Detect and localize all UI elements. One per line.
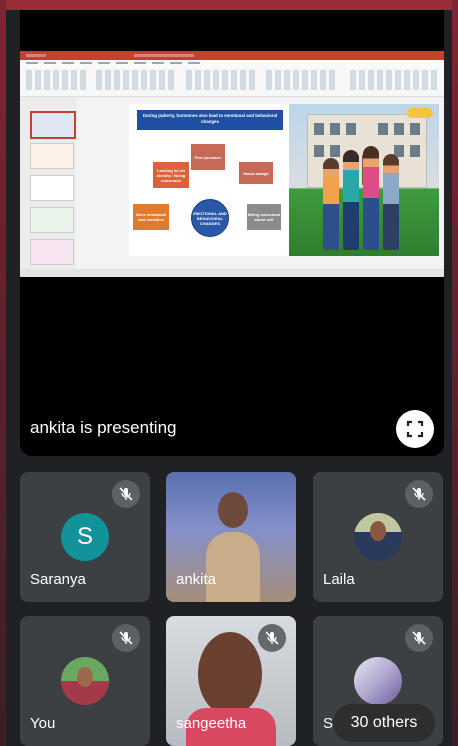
video-feed [198, 632, 262, 716]
ppt-title-bar [20, 51, 444, 60]
participant-tile-you[interactable]: You [20, 616, 150, 746]
video-feed [218, 492, 248, 528]
mic-off-icon [112, 480, 140, 508]
slide-center-circle: EMOTIONAL AND BEHAVIORAL CHANGES [191, 199, 229, 237]
presenting-label: ankita is presenting [30, 418, 177, 437]
slide-box: Peer pressure [191, 144, 225, 170]
participant-tile-ankita[interactable]: ankita [166, 472, 296, 602]
fullscreen-button[interactable] [396, 410, 434, 448]
ppt-status-bar [20, 269, 444, 277]
participant-name: ankita [176, 571, 217, 588]
slide-box: Looking for an identity / Being consciou… [153, 162, 189, 188]
ppt-ribbon [20, 66, 444, 97]
slide-box: Mood swings [239, 162, 273, 184]
mic-off-icon [405, 480, 433, 508]
slide-box: Being conscious about self [247, 204, 281, 230]
avatar [354, 513, 402, 561]
participant-name: Saranya [30, 571, 86, 588]
avatar [354, 657, 402, 705]
slide-illustration [289, 104, 439, 256]
window-frame-top [0, 0, 458, 10]
mic-off-icon [405, 624, 433, 652]
participant-name: Laila [323, 571, 355, 588]
mic-off-icon [112, 624, 140, 652]
slide-thumbnails [20, 97, 76, 269]
shared-screen: During puberty, hormones also lead to em… [20, 51, 444, 277]
slide-heading: During puberty, hormones also lead to em… [137, 110, 283, 130]
participant-tile-saranya[interactable]: S Saranya [20, 472, 150, 602]
participant-name: You [30, 715, 56, 732]
participant-name: sangeetha [176, 715, 247, 732]
avatar [61, 657, 109, 705]
mic-off-icon [258, 624, 286, 652]
window-frame-left [0, 0, 6, 746]
participant-tile-laila[interactable]: Laila [313, 472, 443, 602]
others-button[interactable]: 30 others [333, 704, 435, 742]
current-slide: During puberty, hormones also lead to em… [129, 104, 439, 256]
participant-tile-sangeetha[interactable]: sangeetha [166, 616, 296, 746]
window-frame-right [452, 0, 458, 746]
participant-name: S [323, 715, 334, 732]
slide-box: More emotional and sensitive [133, 204, 169, 230]
avatar: S [61, 513, 109, 561]
fullscreen-icon [406, 420, 424, 438]
